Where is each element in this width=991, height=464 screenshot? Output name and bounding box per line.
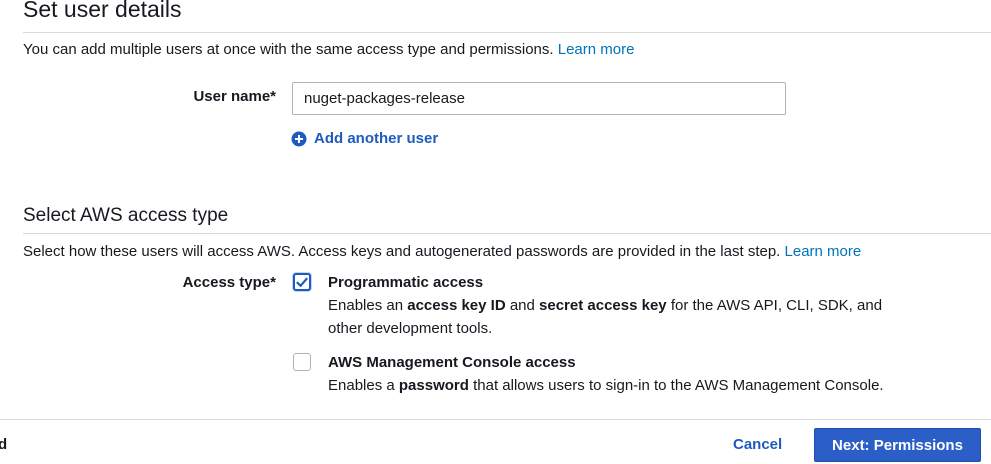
console-access-title: AWS Management Console access	[328, 354, 576, 371]
access-type-description-text: Select how these users will access AWS. …	[23, 243, 781, 260]
learn-more-link[interactable]: Learn more	[785, 243, 862, 260]
add-another-user-label: Add another user	[314, 130, 439, 147]
access-type-description: Select how these users will access AWS. …	[23, 243, 861, 260]
checkmark-icon	[296, 277, 308, 287]
footer-left-text: d	[0, 436, 8, 453]
desc-text: and	[505, 297, 540, 314]
footer-divider	[0, 419, 991, 420]
console-access-checkbox[interactable]	[293, 353, 311, 371]
desc-bold-password: password	[398, 377, 469, 394]
console-access-description: Enables a password that allows users to …	[328, 374, 928, 397]
add-another-user-button[interactable]: Add another user	[291, 130, 438, 147]
cancel-button[interactable]: Cancel	[733, 436, 782, 453]
next-permissions-button[interactable]: Next: Permissions	[814, 428, 981, 462]
user-name-input[interactable]	[292, 82, 786, 115]
programmatic-access-checkbox[interactable]	[293, 273, 311, 291]
desc-bold-access-key-id: access key ID	[407, 297, 506, 314]
section-title-access-type: Select AWS access type	[23, 205, 229, 226]
user-details-description: You can add multiple users at once with …	[23, 41, 634, 58]
programmatic-access-description: Enables an access key ID and secret acce…	[328, 294, 913, 340]
programmatic-access-title: Programmatic access	[328, 274, 484, 291]
access-type-label: Access type*	[182, 274, 276, 291]
section-divider	[23, 233, 991, 234]
desc-bold-secret-access-key: secret access key	[539, 297, 667, 314]
section-title-user-details: Set user details	[23, 0, 182, 22]
desc-text: Enables a	[328, 377, 399, 394]
user-name-label: User name*	[193, 88, 276, 105]
learn-more-link[interactable]: Learn more	[558, 41, 635, 58]
section-divider	[23, 32, 991, 33]
desc-text: Enables an	[328, 297, 408, 314]
desc-text: that allows users to sign-in to the AWS …	[468, 377, 884, 394]
plus-circle-icon	[291, 131, 307, 147]
user-details-description-text: You can add multiple users at once with …	[23, 41, 554, 58]
